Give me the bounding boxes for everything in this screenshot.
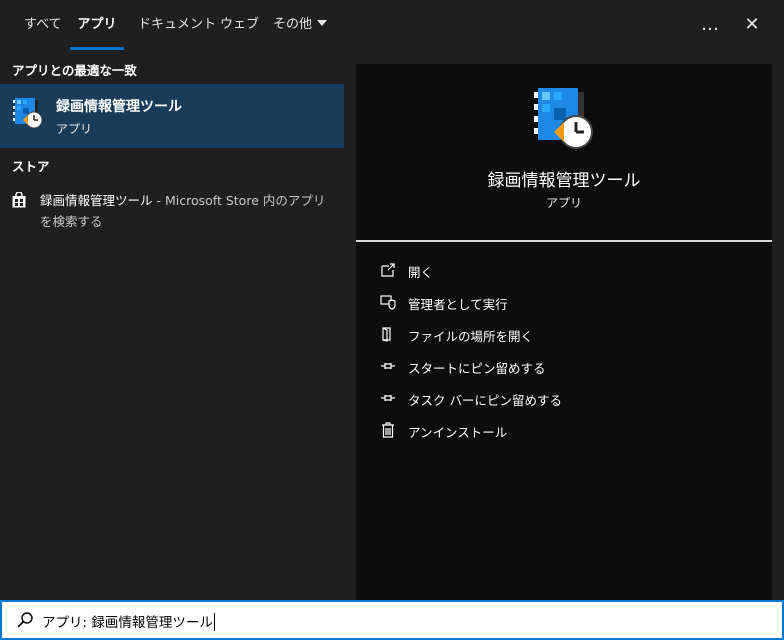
tab-apps-label: アプリ xyxy=(77,17,117,32)
action-uninstall[interactable]: アンインストール xyxy=(380,418,760,442)
tab-all-label: すべて xyxy=(24,17,62,32)
file-location-icon xyxy=(382,327,391,342)
store-bag-icon xyxy=(12,192,26,208)
close-icon[interactable]: ✕ xyxy=(737,10,767,40)
pin-icon xyxy=(381,363,395,369)
best-match-header: アプリとの最適な一致 xyxy=(12,63,137,78)
detail-panel: 録画情報管理ツール アプリ 開く 管理者として実行 ファイルの場所を開く スター… xyxy=(356,64,772,600)
search-input-text: アプリ: 録画情報管理ツール xyxy=(42,615,213,631)
tab-all[interactable]: すべて xyxy=(24,0,62,50)
tab-web-label: ウェブ xyxy=(220,17,260,32)
tab-web[interactable]: ウェブ xyxy=(220,0,259,50)
results-panel: アプリとの最適な一致 録画情報管理ツール アプリ ストア 録画情報管理ツール -… xyxy=(0,50,344,600)
action-run-as-admin[interactable]: 管理者として実行 xyxy=(380,290,760,314)
tab-documents[interactable]: ドキュメント xyxy=(138,0,216,50)
action-pin-to-taskbar[interactable]: タスク バーにピン留めする xyxy=(380,386,760,410)
action-pin-to-start[interactable]: スタートにピン留めする xyxy=(380,354,760,378)
action-open-file-location-label: ファイルの場所を開く xyxy=(408,329,534,344)
search-input[interactable]: アプリ: 録画情報管理ツール xyxy=(42,611,215,631)
trash-icon xyxy=(382,422,394,438)
best-match-item[interactable]: 録画情報管理ツール アプリ xyxy=(0,84,344,148)
tab-more-label: その他 xyxy=(273,17,313,32)
detail-divider xyxy=(356,240,772,242)
tab-apps[interactable]: アプリ xyxy=(70,0,124,50)
text-caret xyxy=(213,613,215,631)
store-search-item[interactable]: 録画情報管理ツール - Microsoft Store 内のアプリを検索する xyxy=(0,188,344,232)
action-pin-to-start-label: スタートにピン留めする xyxy=(408,361,546,376)
tab-documents-label: ドキュメント xyxy=(138,17,217,32)
top-bar: すべて アプリ ドキュメント ウェブ その他 … ✕ xyxy=(0,0,784,50)
action-run-as-admin-label: 管理者として実行 xyxy=(408,297,508,312)
action-open-file-location[interactable]: ファイルの場所を開く xyxy=(380,322,760,346)
tab-more[interactable]: その他 xyxy=(273,0,328,50)
detail-subtitle: アプリ xyxy=(545,196,582,210)
action-open[interactable]: 開く xyxy=(380,258,760,282)
action-open-label: 開く xyxy=(408,265,434,280)
action-pin-to-taskbar-label: タスク バーにピン留めする xyxy=(408,393,562,408)
best-match-title: 録画情報管理ツール xyxy=(56,99,182,115)
store-item-title: 録画情報管理ツール xyxy=(40,193,153,208)
detail-title: 録画情報管理ツール xyxy=(487,171,641,191)
store-header: ストア xyxy=(12,159,50,174)
best-match-subtitle: アプリ xyxy=(56,122,93,136)
open-icon xyxy=(381,263,395,277)
recorder-app-icon xyxy=(13,98,43,129)
search-icon xyxy=(17,612,33,628)
shield-icon xyxy=(380,295,396,310)
pin-icon xyxy=(381,395,395,401)
store-item-separator: - xyxy=(152,193,165,208)
recorder-app-icon xyxy=(534,88,593,149)
search-bar[interactable]: アプリ: 録画情報管理ツール xyxy=(0,600,784,640)
store-item-text: 録画情報管理ツール - Microsoft Store 内のアプリを検索する xyxy=(40,190,336,232)
action-uninstall-label: アンインストール xyxy=(408,425,508,440)
ellipsis-icon[interactable]: … xyxy=(695,10,725,40)
chevron-down-icon xyxy=(317,20,328,26)
